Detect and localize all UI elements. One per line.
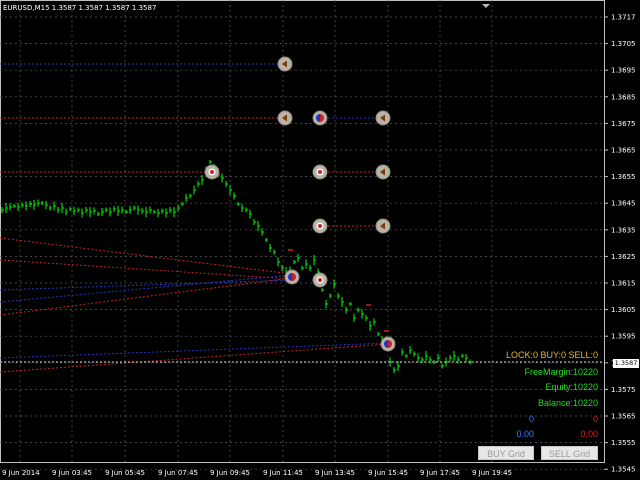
price-axis-label: 1.3705 (611, 40, 636, 48)
price-axis-label: 1.3655 (611, 173, 636, 181)
balance-label: Balance:10220 (537, 398, 598, 408)
lock-buy-sell-counter: LOCK:0 BUY:0 SELL:0 (505, 350, 598, 360)
price-axis-label: 1.3545 (611, 466, 636, 474)
time-axis-label: 9 Jun 07:45 (158, 469, 198, 477)
price-axis-label: 1.3575 (611, 386, 636, 394)
price-axis-label: 1.3635 (611, 226, 636, 234)
price-axis-label: 1.3645 (611, 200, 636, 208)
time-axis-label: 9 Jun 13:45 (315, 469, 355, 477)
free-margin-label: FreeMargin:10220 (524, 367, 598, 377)
price-axis-label: 1.3595 (611, 333, 636, 341)
time-axis-label: 9 Jun 03:45 (52, 469, 92, 477)
symbol-title: EURUSD,M15 1.3587 1.3587 1.3587 1.3587 (3, 4, 157, 12)
price-chart[interactable]: 1.3717 1.3705 1.3695 1.3685 1.3675 1.3665 1.36… (0, 0, 640, 480)
buy-trend-line (0, 274, 293, 303)
sell-profit-value: 0.00 (580, 429, 598, 439)
order-core-icon (210, 170, 214, 174)
price-axis-label: 1.3695 (611, 67, 636, 75)
sell-orders-count: 0 (592, 414, 598, 424)
time-axis-label: 9 Jun 09:45 (210, 469, 250, 477)
time-axis-label: 9 Jun 17:45 (420, 469, 460, 477)
time-axis-label: 9 Jun 15:45 (368, 469, 408, 477)
price-axis-label: 1.3625 (611, 253, 636, 261)
chart-shift-icon[interactable] (482, 4, 490, 8)
time-axis-label: 9 Jun 05:45 (105, 469, 145, 477)
buy-trend-line (0, 342, 389, 359)
price-axis-label: 1.3605 (611, 306, 636, 314)
sell-trend-line (0, 343, 389, 373)
price-axis-label: 1.3555 (611, 439, 636, 447)
time-axis-label: 9 Jun 11:45 (263, 469, 303, 477)
current-price-tag: 1.3587 (613, 359, 639, 368)
time-axis-label: 9 Jun 2014 (2, 469, 40, 477)
price-axis-label: 1.3565 (611, 413, 636, 421)
sell-grid-button[interactable]: SELL Grid (541, 446, 598, 460)
buy-profit-value: 0.00 (516, 429, 534, 439)
time-axis-label: 9 Jun 19:45 (472, 469, 512, 477)
price-axis-label: 1.3717 (611, 14, 636, 22)
price-axis-label: 1.3615 (611, 280, 636, 288)
buy-grid-button[interactable]: BUY Grid (478, 446, 534, 460)
buy-trend-line (0, 279, 293, 291)
order-core-icon (318, 278, 322, 282)
price-axis-label: 1.3685 (611, 93, 636, 101)
price-axis-label: 1.3665 (611, 147, 636, 155)
equity-label: Equity:10220 (545, 382, 598, 392)
sell-trend-line (0, 259, 293, 280)
order-core-icon (318, 224, 322, 228)
buy-orders-count: 0 (528, 414, 534, 424)
plot-frame (0, 0, 605, 463)
order-core-icon (318, 170, 322, 174)
price-axis-label: 1.3675 (611, 120, 636, 128)
sell-trend-line (0, 237, 293, 275)
